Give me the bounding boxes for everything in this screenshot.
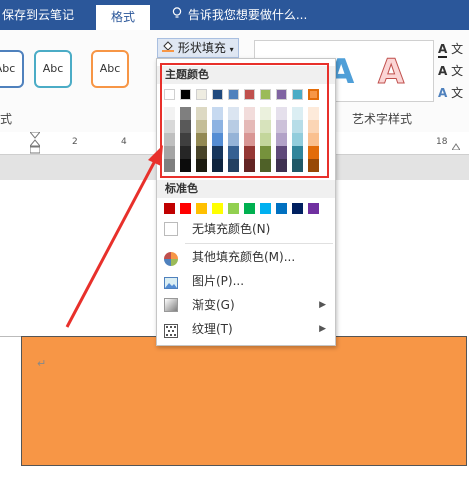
- text-fill-icon: A: [438, 42, 448, 58]
- text-outline-icon: A: [438, 64, 448, 78]
- paragraph-mark: ↵: [37, 357, 47, 370]
- ruler-tick-label: 2: [72, 137, 78, 147]
- orange-rectangle-shape[interactable]: [21, 336, 467, 466]
- standard-colors-header: 标准色: [157, 180, 335, 198]
- shape-style-preset-2[interactable]: Abc: [34, 50, 72, 88]
- color-wheel-icon: [164, 250, 178, 266]
- text-fill-label: 文: [451, 42, 464, 56]
- text-outline-label: 文: [451, 64, 464, 78]
- standard-color-swatch[interactable]: [228, 203, 239, 214]
- tab-format[interactable]: 格式: [96, 5, 150, 30]
- tell-me-search[interactable]: 告诉我您想要做什么...: [172, 6, 307, 23]
- shape-styles-group-label: 式: [0, 112, 13, 126]
- gradient-fill-menu-item[interactable]: 渐变(G) ▶: [158, 293, 334, 317]
- standard-color-swatch[interactable]: [180, 203, 191, 214]
- right-indent-marker[interactable]: [451, 140, 461, 151]
- margin-guide: [0, 336, 21, 337]
- text-effects-button[interactable]: A 文: [438, 84, 463, 101]
- theme-colors-highlight-box: [160, 63, 329, 178]
- menu-divider: [185, 243, 333, 244]
- picture-icon: [164, 274, 178, 289]
- shape-style-preset-3[interactable]: Abc: [91, 50, 129, 88]
- shape-fill-button[interactable]: 形状填充 ▾: [157, 38, 239, 58]
- shape-style-label: Abc: [42, 62, 64, 75]
- tell-me-text: 告诉我您想要做什么...: [187, 8, 308, 22]
- lightbulb-icon: [172, 7, 184, 22]
- standard-color-swatch[interactable]: [292, 203, 303, 214]
- text-fill-button[interactable]: A 文: [438, 40, 464, 58]
- shape-style-label: Abc: [99, 62, 121, 75]
- standard-color-swatch[interactable]: [276, 203, 287, 214]
- chevron-down-icon: ▾: [229, 45, 234, 54]
- gradient-fill-label: 渐变(G): [192, 298, 235, 312]
- more-fill-colors-menu-item[interactable]: 其他填充颜色(M)...: [158, 245, 334, 269]
- texture-fill-label: 纹理(T): [192, 322, 233, 336]
- ruler-tick-label: 4: [121, 137, 127, 147]
- standard-color-swatch[interactable]: [260, 203, 271, 214]
- text-effects-label: 文: [451, 86, 464, 100]
- texture-icon: [164, 322, 178, 338]
- wordart-group-label: 艺术字样式: [352, 112, 413, 126]
- gradient-icon: [164, 298, 178, 312]
- standard-color-swatch[interactable]: [244, 203, 255, 214]
- submenu-arrow-icon: ▶: [319, 300, 326, 310]
- paint-bucket-icon: [162, 41, 178, 55]
- picture-fill-label: 图片(P)...: [192, 274, 245, 288]
- save-to-cloud-tab[interactable]: 保存到云笔记: [2, 6, 74, 23]
- standard-color-swatch[interactable]: [196, 203, 207, 214]
- standard-color-swatch[interactable]: [308, 203, 319, 214]
- text-effects-icon: A: [438, 86, 448, 100]
- submenu-arrow-icon: ▶: [319, 324, 326, 334]
- texture-fill-menu-item[interactable]: 纹理(T) ▶: [158, 317, 334, 341]
- standard-color-swatch[interactable]: [164, 203, 175, 214]
- ruler-tick-label: 18: [436, 137, 448, 147]
- wordart-style-pink[interactable]: A: [377, 52, 404, 93]
- shape-style-label: Abc: [0, 62, 16, 75]
- no-fill-label: 无填充颜色(N): [192, 222, 271, 236]
- no-fill-menu-item[interactable]: 无填充颜色(N): [158, 217, 334, 241]
- more-fill-colors-label: 其他填充颜色(M)...: [192, 250, 296, 264]
- text-outline-button[interactable]: A 文: [438, 62, 463, 79]
- no-fill-icon: [164, 222, 178, 236]
- picture-fill-menu-item[interactable]: 图片(P)...: [158, 269, 334, 293]
- standard-color-swatch[interactable]: [212, 203, 223, 214]
- shape-fill-label: 形状填充: [177, 41, 226, 55]
- shape-style-preset-1[interactable]: Abc: [0, 50, 24, 88]
